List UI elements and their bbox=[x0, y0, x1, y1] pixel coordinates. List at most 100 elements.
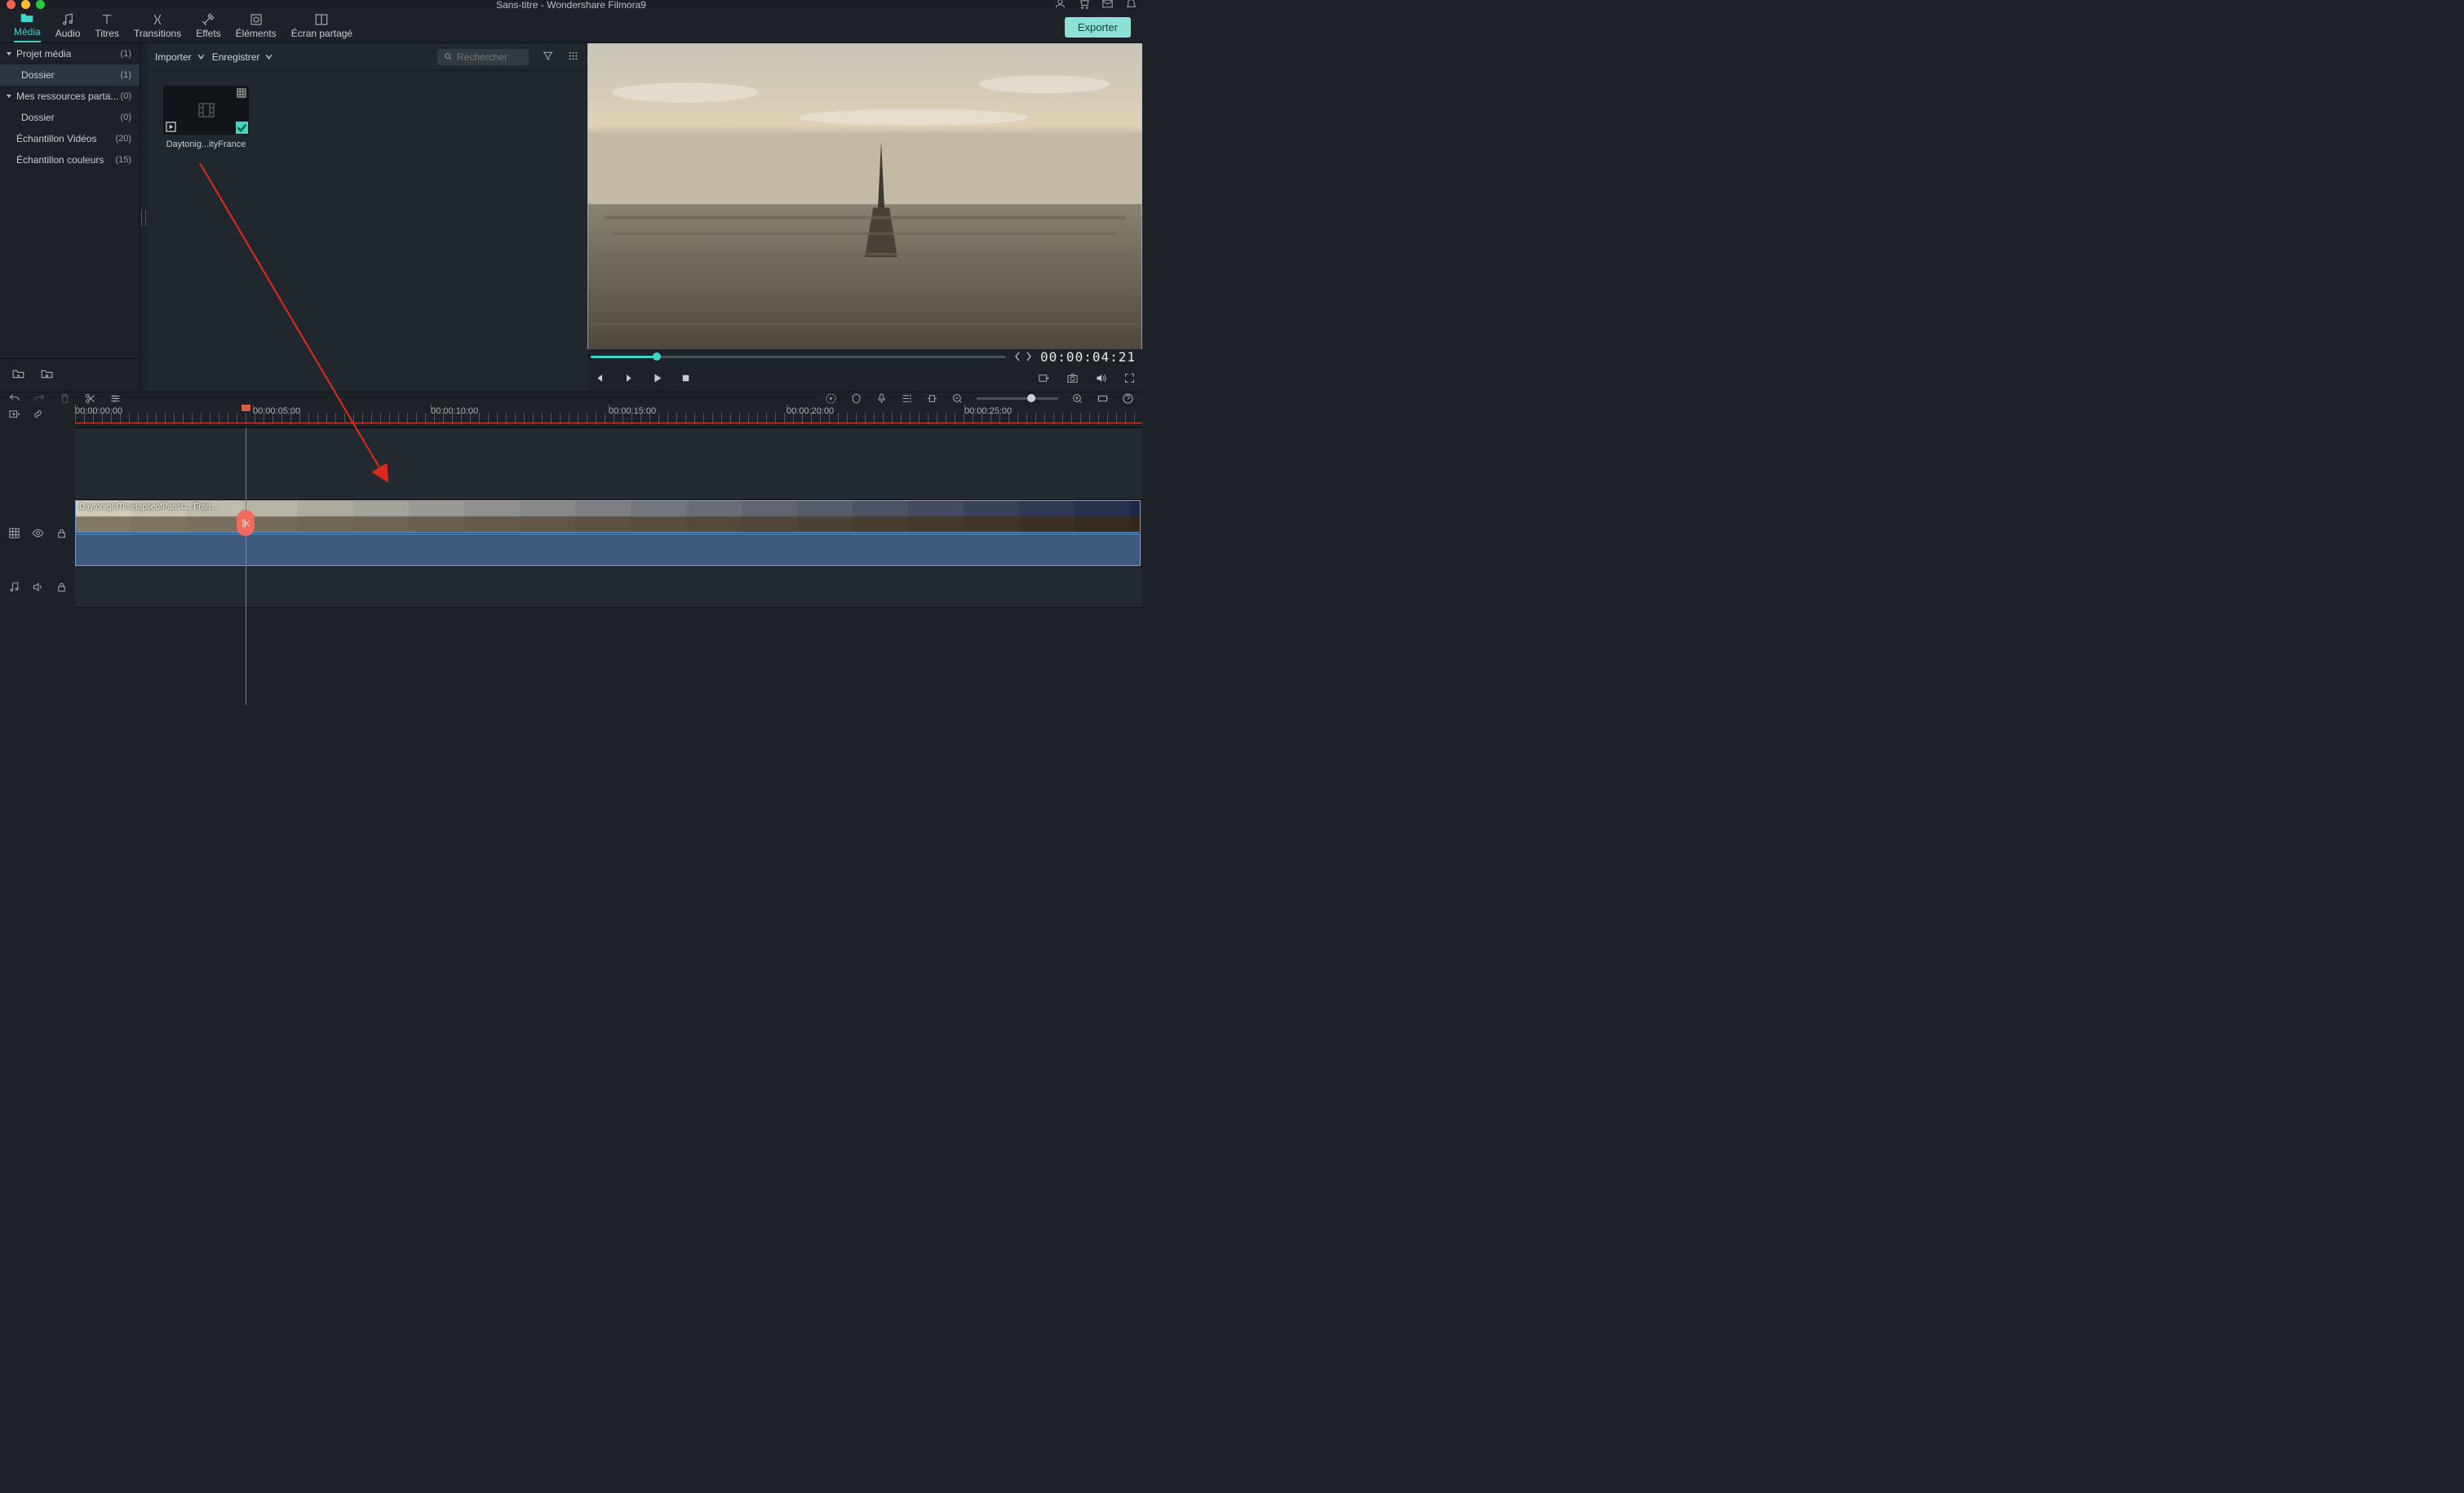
mute-icon[interactable] bbox=[32, 581, 44, 593]
lock-icon[interactable] bbox=[55, 527, 68, 539]
delete-icon[interactable] bbox=[59, 392, 71, 405]
video-track-head bbox=[0, 499, 75, 566]
tab-media-label: Média bbox=[14, 26, 41, 42]
volume-icon[interactable] bbox=[1095, 372, 1107, 384]
marker-icon[interactable] bbox=[850, 392, 862, 405]
clip-label: DaytonightTimelapseofParisC...Fran... bbox=[79, 503, 217, 512]
mail-icon[interactable] bbox=[1101, 0, 1114, 12]
snapshot-icon[interactable] bbox=[1066, 372, 1079, 384]
stop-icon[interactable] bbox=[680, 372, 692, 384]
next-marker-icon[interactable] bbox=[1026, 352, 1032, 361]
account-icon[interactable] bbox=[1054, 0, 1066, 12]
voiceover-icon[interactable] bbox=[875, 392, 888, 405]
tab-transitions[interactable]: Transitions bbox=[126, 11, 188, 42]
record-button[interactable]: Enregistrer bbox=[212, 51, 274, 63]
help-icon[interactable] bbox=[1122, 392, 1134, 405]
clip-thumbnail[interactable] bbox=[163, 86, 249, 135]
track-empty[interactable] bbox=[75, 428, 1142, 499]
zoom-slider[interactable] bbox=[977, 397, 1058, 400]
render-icon[interactable] bbox=[825, 392, 837, 405]
clip-audio[interactable] bbox=[75, 534, 1141, 566]
record-label: Enregistrer bbox=[212, 51, 260, 63]
nine-grid-icon[interactable] bbox=[8, 527, 20, 539]
adjust-icon[interactable] bbox=[109, 392, 122, 405]
zoom-in-icon[interactable] bbox=[1071, 392, 1084, 405]
sidebar-label: Projet média bbox=[16, 48, 71, 60]
track-spare bbox=[75, 607, 1142, 705]
playhead-handle[interactable] bbox=[242, 405, 250, 411]
cart-icon[interactable] bbox=[1078, 0, 1090, 12]
export-button[interactable]: Exporter bbox=[1065, 17, 1131, 38]
chevron-down-icon bbox=[197, 52, 206, 61]
music-note-icon[interactable] bbox=[8, 581, 20, 593]
tab-media[interactable]: Média bbox=[7, 9, 48, 42]
zoom-out-icon[interactable] bbox=[951, 392, 964, 405]
play-icon[interactable] bbox=[651, 372, 663, 384]
sidebar-item-sample-colors[interactable]: Échantillon couleurs (15) bbox=[0, 149, 140, 171]
ruler-tick: 00:00:00:00 bbox=[75, 406, 122, 416]
video-clip[interactable]: DaytonightTimelapseofParisC...Fran... bbox=[75, 500, 1141, 533]
tab-audio[interactable]: Audio bbox=[48, 11, 88, 42]
timeline-ruler[interactable]: 00:00:00:00 00:00:05:00 00:00:10:00 00:0… bbox=[75, 405, 1142, 428]
new-folder-icon[interactable] bbox=[11, 367, 25, 383]
ruler-tick: 00:00:10:00 bbox=[431, 406, 478, 416]
sidebar-count: (1) bbox=[121, 70, 131, 80]
sidebar-label: Échantillon Vidéos bbox=[5, 133, 97, 144]
undo-icon[interactable] bbox=[8, 392, 20, 405]
notifications-icon[interactable] bbox=[1125, 0, 1137, 12]
tab-effects[interactable]: Effets bbox=[188, 11, 228, 42]
add-track-icon[interactable] bbox=[8, 408, 20, 420]
lock-icon[interactable] bbox=[55, 581, 68, 593]
scrubber-knob[interactable] bbox=[653, 352, 661, 361]
grid-view-icon[interactable] bbox=[567, 50, 579, 64]
split-icon[interactable] bbox=[84, 392, 96, 405]
add-to-timeline-icon[interactable] bbox=[166, 122, 176, 132]
sidebar-item-folder-1[interactable]: Dossier (1) bbox=[0, 64, 140, 86]
window-close-button[interactable] bbox=[7, 0, 16, 9]
search-box[interactable] bbox=[437, 49, 529, 65]
window-zoom-button[interactable] bbox=[36, 0, 45, 9]
mixer-icon[interactable] bbox=[901, 392, 913, 405]
track-audio[interactable] bbox=[75, 566, 1142, 607]
tab-splitscreen[interactable]: Écran partagé bbox=[284, 11, 360, 42]
chevron-down-icon bbox=[264, 52, 273, 61]
import-button[interactable]: Importer bbox=[155, 51, 206, 63]
sidebar-count: (15) bbox=[115, 155, 131, 165]
link-icon[interactable] bbox=[32, 408, 44, 420]
redo-icon[interactable] bbox=[33, 392, 46, 405]
sidebar-item-project-media[interactable]: Projet média (1) bbox=[0, 43, 140, 64]
panel-divider[interactable] bbox=[140, 43, 147, 392]
zoom-fit-icon[interactable] bbox=[1097, 392, 1109, 405]
sidebar-item-folder-2[interactable]: Dossier (0) bbox=[0, 107, 140, 128]
sidebar-item-shared[interactable]: Mes ressources parta... (0) bbox=[0, 86, 140, 107]
ruler-tick: 00:00:05:00 bbox=[253, 406, 300, 416]
sidebar-count: (0) bbox=[121, 113, 131, 122]
prev-marker-icon[interactable] bbox=[1014, 352, 1021, 361]
preview-viewport[interactable] bbox=[587, 43, 1142, 349]
split-scissors-button[interactable] bbox=[237, 510, 255, 536]
tab-elements[interactable]: Éléments bbox=[228, 11, 284, 42]
media-clip[interactable]: Daytonig...ityFrance bbox=[163, 86, 249, 149]
preview-scrubber[interactable] bbox=[591, 356, 1006, 358]
sidebar-count: (20) bbox=[115, 134, 131, 144]
sidebar-count: (0) bbox=[121, 91, 131, 101]
prev-frame-icon[interactable] bbox=[594, 372, 606, 384]
tab-titles[interactable]: Titres bbox=[87, 11, 126, 42]
delete-folder-icon[interactable] bbox=[40, 367, 54, 383]
snapshot-to-timeline-icon[interactable] bbox=[1038, 372, 1050, 384]
visibility-icon[interactable] bbox=[32, 527, 44, 539]
ruler-tick: 00:00:15:00 bbox=[609, 406, 656, 416]
sidebar-item-sample-videos[interactable]: Échantillon Vidéos (20) bbox=[0, 128, 140, 149]
track-video[interactable]: DaytonightTimelapseofParisC...Fran... bbox=[75, 499, 1142, 566]
zoom-knob[interactable] bbox=[1027, 394, 1035, 402]
timeline-toolbar bbox=[0, 392, 1142, 405]
crop-icon[interactable] bbox=[926, 392, 938, 405]
next-frame-icon[interactable] bbox=[623, 372, 635, 384]
search-icon bbox=[444, 51, 453, 62]
preview-timecode: 00:00:04:21 bbox=[1040, 349, 1139, 365]
search-input[interactable] bbox=[457, 51, 522, 63]
import-label: Importer bbox=[155, 51, 192, 63]
window-minimize-button[interactable] bbox=[21, 0, 30, 9]
filter-icon[interactable] bbox=[542, 50, 554, 64]
fullscreen-icon[interactable] bbox=[1123, 372, 1136, 384]
